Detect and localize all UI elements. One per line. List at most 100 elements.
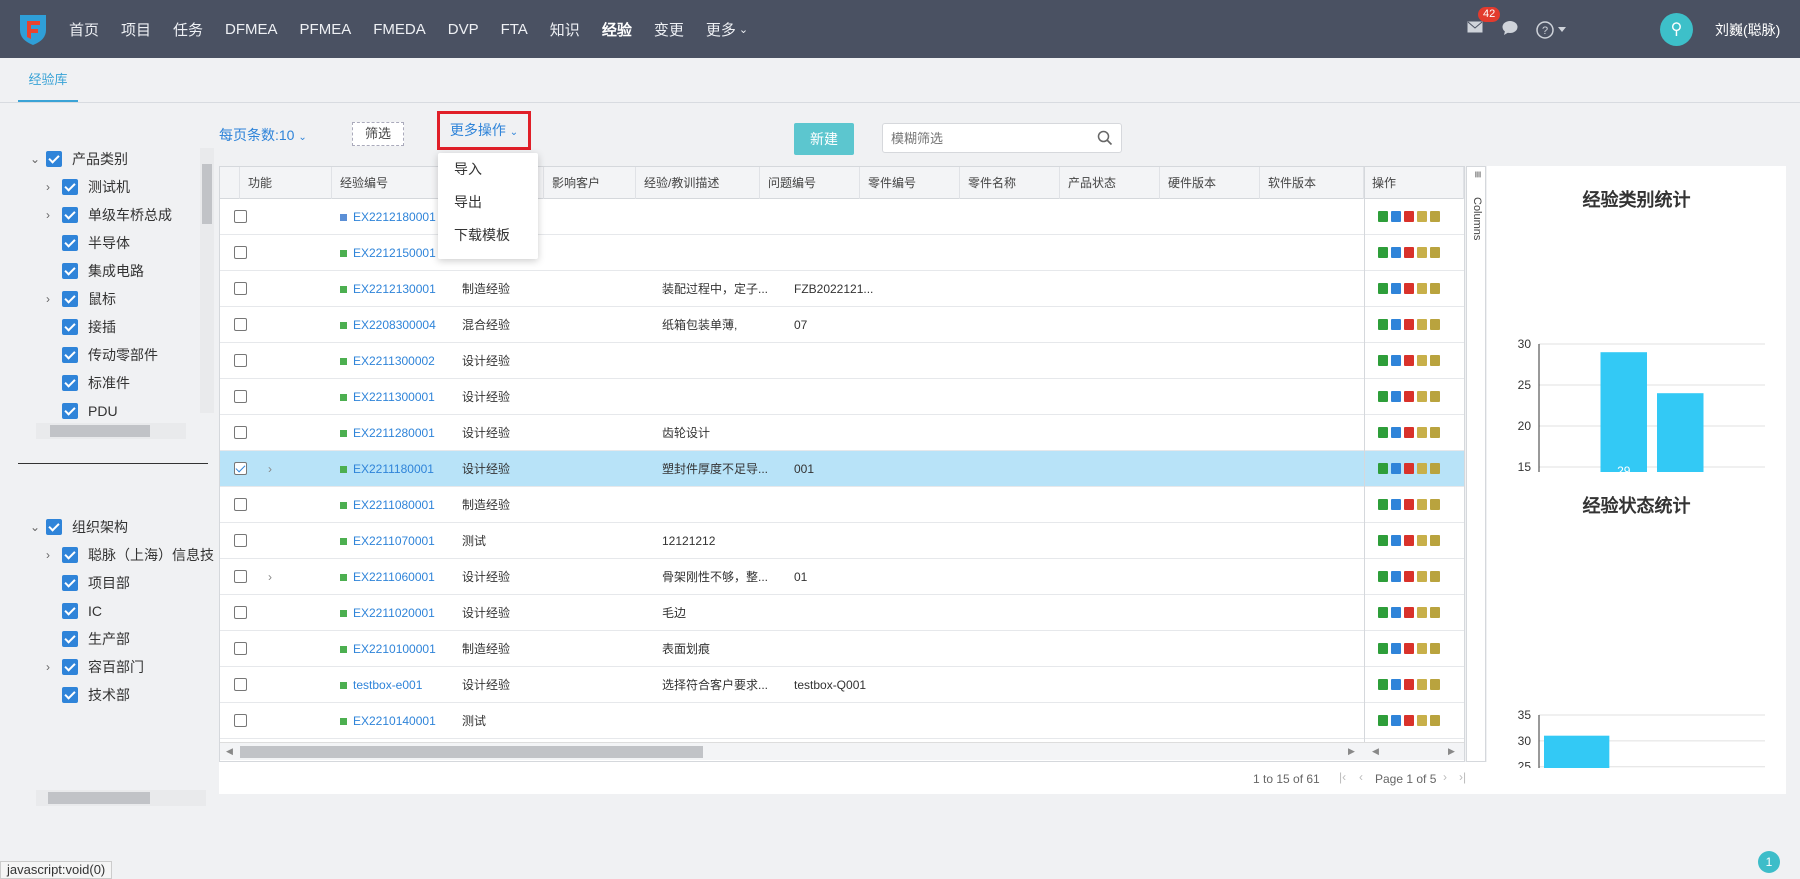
filter-button[interactable]: 筛选 — [352, 122, 404, 146]
column-header[interactable]: 产品状态 — [1060, 167, 1160, 199]
tree-checkbox[interactable] — [62, 603, 78, 619]
copy-icon[interactable] — [1417, 643, 1427, 654]
add-icon[interactable] — [1378, 535, 1388, 546]
experience-code[interactable]: EX2211020001 — [340, 595, 435, 631]
copy-icon[interactable] — [1417, 499, 1427, 510]
chevron-down-icon[interactable]: ⌄ — [30, 520, 46, 534]
copy-icon[interactable] — [1417, 571, 1427, 582]
row-checkbox[interactable] — [234, 534, 247, 547]
table-row[interactable]: › EX2211060001 设计经验 骨架刚性不够，整... 01 — [220, 559, 1464, 595]
table-row[interactable]: EX2212180001 — [220, 199, 1464, 235]
document-icon[interactable] — [1430, 247, 1440, 258]
nav-item[interactable]: 变更 — [654, 19, 684, 40]
next-page-icon[interactable]: › — [1443, 770, 1447, 784]
row-checkbox[interactable] — [234, 282, 247, 295]
search-icon[interactable] — [1097, 130, 1113, 146]
tree-node[interactable]: 集成电路 — [46, 260, 144, 282]
copy-icon[interactable] — [1417, 391, 1427, 402]
tree-node[interactable]: IC — [46, 600, 102, 622]
nav-item[interactable]: PFMEA — [300, 21, 352, 38]
row-checkbox[interactable] — [234, 498, 247, 511]
delete-icon[interactable] — [1404, 355, 1414, 366]
experience-code[interactable]: EX2208300004 — [340, 307, 436, 343]
row-checkbox[interactable] — [234, 246, 247, 259]
document-icon[interactable] — [1430, 463, 1440, 474]
experience-code[interactable]: EX2210100001 — [340, 631, 436, 667]
tab-experience-library[interactable]: 经验库 — [18, 58, 78, 102]
page-size-select[interactable]: 每页条数:10 ⌄ — [219, 125, 307, 145]
column-header[interactable]: 操作 — [1364, 167, 1464, 199]
table-row[interactable]: testbox-e001 设计经验 选择符合客户要求... testbox-Q001 — [220, 667, 1464, 703]
nav-item[interactable]: 项目 — [121, 19, 151, 40]
table-row[interactable]: EX2210140001 测试 — [220, 703, 1464, 739]
chevron-right-icon[interactable]: › — [46, 660, 62, 674]
column-header[interactable]: 软件版本 — [1260, 167, 1364, 199]
tree-checkbox[interactable] — [62, 659, 78, 675]
document-icon[interactable] — [1430, 715, 1440, 726]
document-icon[interactable] — [1430, 643, 1440, 654]
row-checkbox[interactable] — [234, 714, 247, 727]
tree-checkbox[interactable] — [62, 403, 78, 419]
document-icon[interactable] — [1430, 679, 1440, 690]
menu-item[interactable]: 下载模板 — [438, 219, 538, 252]
nav-item[interactable]: 首页 — [69, 19, 99, 40]
chat-icon[interactable] — [1502, 20, 1518, 35]
tree-node[interactable]: 半导体 — [46, 232, 130, 254]
tree-node[interactable]: › 单级车桥总成 — [46, 204, 172, 226]
add-icon[interactable] — [1378, 499, 1388, 510]
add-icon[interactable] — [1378, 211, 1388, 222]
experience-code[interactable]: EX2211300002 — [340, 343, 435, 379]
nav-item[interactable]: DFMEA — [225, 21, 278, 38]
tree-checkbox[interactable] — [62, 291, 78, 307]
delete-icon[interactable] — [1404, 715, 1414, 726]
table-row[interactable]: EX2211280001 设计经验 齿轮设计 — [220, 415, 1464, 451]
copy-icon[interactable] — [1417, 715, 1427, 726]
experience-code[interactable]: EX2210140001 — [340, 703, 436, 739]
delete-icon[interactable] — [1404, 391, 1414, 402]
more-operations-button[interactable]: 更多操作 ⌄ — [437, 111, 531, 150]
new-button[interactable]: 新建 — [794, 123, 854, 155]
add-icon[interactable] — [1378, 679, 1388, 690]
edit-icon[interactable] — [1391, 247, 1401, 258]
delete-icon[interactable] — [1404, 643, 1414, 654]
delete-icon[interactable] — [1404, 283, 1414, 294]
edit-icon[interactable] — [1391, 571, 1401, 582]
tree-node[interactable]: › 容百部门 — [46, 656, 144, 678]
edit-icon[interactable] — [1391, 391, 1401, 402]
tree-node[interactable]: 生产部 — [46, 628, 130, 650]
app-logo-icon[interactable] — [18, 12, 48, 46]
username[interactable]: 刘巍(聪脉) — [1715, 20, 1780, 40]
column-header[interactable]: 零件名称 — [960, 167, 1060, 199]
table-row[interactable]: EX2211300001 设计经验 — [220, 379, 1464, 415]
column-header[interactable]: 零件编号 — [860, 167, 960, 199]
table-row[interactable]: EX2211080001 制造经验 — [220, 487, 1464, 523]
column-header[interactable]: 经验/教训描述 — [636, 167, 760, 199]
menu-item[interactable]: 导入 — [438, 153, 538, 186]
row-checkbox[interactable] — [234, 390, 247, 403]
experience-code[interactable]: EX2211070001 — [340, 523, 435, 559]
copy-icon[interactable] — [1417, 535, 1427, 546]
tree-node[interactable]: › 聪脉（上海）信息技 — [46, 544, 214, 566]
row-checkbox[interactable] — [234, 354, 247, 367]
add-icon[interactable] — [1378, 391, 1388, 402]
document-icon[interactable] — [1430, 607, 1440, 618]
search-input[interactable] — [883, 124, 1083, 152]
menu-item[interactable]: 导出 — [438, 186, 538, 219]
document-icon[interactable] — [1430, 283, 1440, 294]
copy-icon[interactable] — [1417, 319, 1427, 330]
copy-icon[interactable] — [1417, 355, 1427, 366]
tree2-horizontal-scrollbar[interactable] — [36, 790, 206, 806]
tree-node[interactable]: 项目部 — [46, 572, 130, 594]
delete-icon[interactable] — [1404, 427, 1414, 438]
add-icon[interactable] — [1378, 283, 1388, 294]
column-header[interactable]: 硬件版本 — [1160, 167, 1260, 199]
row-checkbox[interactable] — [234, 318, 247, 331]
edit-icon[interactable] — [1391, 715, 1401, 726]
document-icon[interactable] — [1430, 391, 1440, 402]
column-header[interactable]: 影响客户 — [544, 167, 636, 199]
add-icon[interactable] — [1378, 643, 1388, 654]
tree-checkbox[interactable] — [62, 687, 78, 703]
mail-icon[interactable] — [1467, 21, 1483, 33]
table-horizontal-scrollbar[interactable]: ◀ ▶ ◀ ▶ — [220, 742, 1464, 760]
experience-code[interactable]: EX2212150001 — [340, 235, 436, 271]
